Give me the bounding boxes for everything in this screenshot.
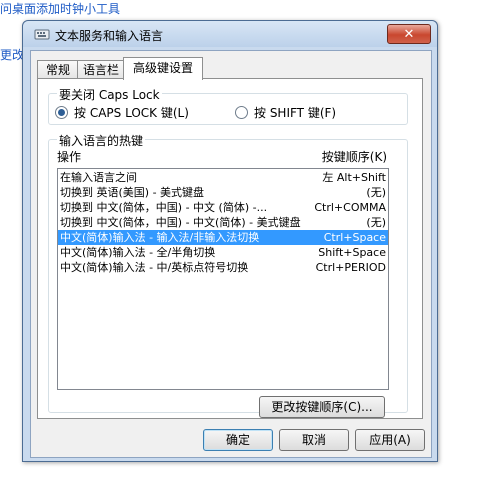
apply-button[interactable]: 应用(A) [355, 429, 425, 451]
cancel-button[interactable]: 取消 [279, 429, 349, 451]
tab-language-bar[interactable]: 语言栏 [77, 60, 125, 79]
row-action: 切换到 英语(美国) - 美式键盘 [60, 186, 205, 199]
title-bar[interactable]: 文本服务和输入语言 ✕ [23, 21, 437, 47]
row-keys: Ctrl+Space [323, 231, 386, 244]
tab-general[interactable]: 常规 [37, 60, 79, 79]
radio-caps-lock-option[interactable]: 按 CAPS LOCK 键(L) [55, 104, 189, 121]
table-row[interactable]: 切换到 中文(简体，中国) - 中文 (简体) -... Ctrl+COMMA [58, 200, 388, 215]
radio-shift-label: 按 SHIFT 键(F) [254, 106, 337, 120]
row-action: 切换到 中文(简体，中国) - 中文(简体) - 美式键盘 [60, 216, 301, 229]
background-link-text[interactable]: 问桌面添加时钟小工具 [0, 0, 120, 17]
close-icon: ✕ [403, 26, 415, 42]
table-row-selected[interactable]: 中文(简体)输入法 - 输入法/非输入法切换 Ctrl+Space [58, 230, 388, 245]
row-keys: (无) [366, 216, 386, 229]
row-action: 中文(简体)输入法 - 全/半角切换 [60, 246, 216, 259]
row-keys: Shift+Space [318, 246, 386, 259]
caps-lock-group: 要关闭 Caps Lock 按 CAPS LOCK 键(L) 按 SHIFT 键… [48, 86, 408, 125]
table-row[interactable]: 中文(简体)输入法 - 中/英标点符号切换 Ctrl+PERIOD [58, 260, 388, 275]
tab-advanced-key-settings[interactable]: 高级键设置 [123, 57, 203, 80]
table-row[interactable]: 切换到 英语(美国) - 美式键盘 (无) [58, 185, 388, 200]
radio-button-shift[interactable] [235, 106, 248, 119]
close-button[interactable]: ✕ [387, 24, 431, 44]
change-key-sequence-button[interactable]: 更改按键顺序(C)... [259, 396, 385, 418]
ok-button[interactable]: 确定 [203, 429, 273, 451]
tab-panel: 要关闭 Caps Lock 按 CAPS LOCK 键(L) 按 SHIFT 键… [37, 78, 423, 419]
keyboard-icon [34, 29, 50, 40]
hotkeys-group: 输入语言的热键 操作 按键顺序(K) 在输入语言之间 左 Alt+Shift 切… [48, 132, 408, 418]
hotkeys-group-label: 输入语言的热键 [57, 132, 146, 149]
header-action: 操作 [57, 150, 82, 164]
table-row[interactable]: 在输入语言之间 左 Alt+Shift [58, 170, 388, 185]
header-key-sequence: 按键顺序(K) [321, 150, 387, 164]
dialog-client-area: 常规 语言栏 高级键设置 要关闭 Caps Lock 按 CAPS LOCK 键… [30, 50, 432, 458]
row-action: 在输入语言之间 [60, 171, 137, 184]
table-row[interactable]: 中文(简体)输入法 - 全/半角切换 Shift+Space [58, 245, 388, 260]
window-title: 文本服务和输入语言 [55, 29, 164, 43]
dialog-window: 文本服务和输入语言 ✕ 常规 语言栏 高级键设置 要关闭 Caps Lock 按… [22, 20, 438, 462]
radio-caps-lock-label: 按 CAPS LOCK 键(L) [74, 106, 189, 120]
caps-lock-group-label: 要关闭 Caps Lock [57, 86, 162, 103]
row-action: 中文(简体)输入法 - 中/英标点符号切换 [60, 261, 249, 274]
radio-button-caps-lock[interactable] [55, 106, 68, 119]
row-keys: 左 Alt+Shift [322, 171, 386, 184]
row-keys: (无) [366, 186, 386, 199]
table-row[interactable]: 切换到 中文(简体，中国) - 中文(简体) - 美式键盘 (无) [58, 215, 388, 230]
row-action: 切换到 中文(简体，中国) - 中文 (简体) -... [60, 201, 268, 214]
row-keys: Ctrl+COMMA [314, 201, 386, 214]
row-action: 中文(简体)输入法 - 输入法/非输入法切换 [60, 231, 260, 244]
background-change-link[interactable]: 更改 [0, 46, 24, 63]
row-keys: Ctrl+PERIOD [315, 261, 386, 274]
radio-shift-option[interactable]: 按 SHIFT 键(F) [235, 104, 336, 121]
hotkey-list[interactable]: 在输入语言之间 左 Alt+Shift 切换到 英语(美国) - 美式键盘 (无… [57, 168, 389, 390]
